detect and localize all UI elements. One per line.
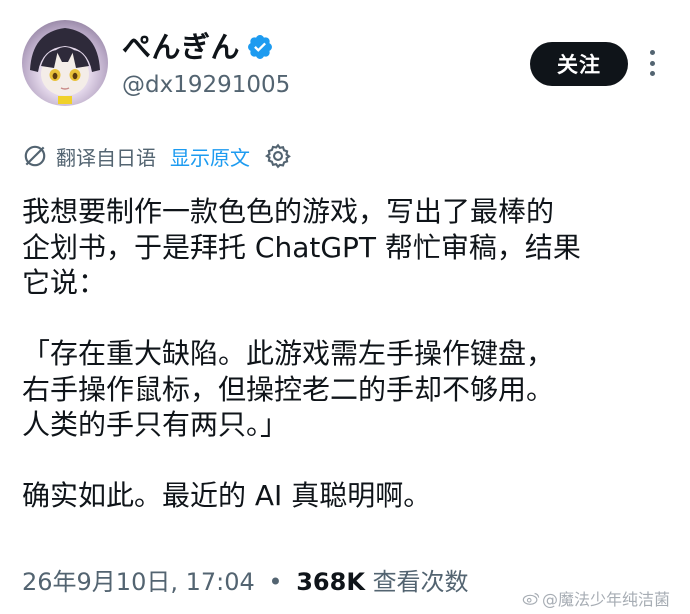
more-dot: [649, 71, 655, 76]
avatar-image: [30, 28, 100, 104]
tweet-line: 右手操作鼠标，但操控老二的手却不够用。: [22, 372, 555, 406]
more-dot: [649, 50, 655, 55]
follow-button[interactable]: 关注: [530, 42, 628, 86]
translation-label: 翻译自日语: [56, 145, 156, 170]
views-label: 查看次数: [372, 568, 469, 596]
tweet-line: 它说：: [22, 266, 107, 299]
translate-icon: [24, 145, 46, 167]
tweet-line: 我想要制作一款色色的游戏，写出了最棒的: [22, 195, 555, 228]
user-handle[interactable]: @dx19291005: [122, 72, 290, 98]
avatar[interactable]: [22, 20, 108, 106]
verified-badge-icon: [248, 35, 272, 59]
tweet-meta: 26年9月10日, 17:04 • 368K 查看次数: [22, 562, 469, 597]
weibo-logo-icon: [522, 592, 540, 605]
meta-separator: •: [268, 568, 283, 596]
tweet-timestamp[interactable]: 26年9月10日, 17:04: [22, 568, 255, 596]
views-count: 368K: [296, 568, 365, 596]
watermark: @魔法少年纯洁菌: [522, 586, 670, 610]
tweet-line: 企划书，于是拜托 ChatGPT 帮忙审稿，结果: [22, 230, 581, 264]
profile-header: ぺんぎん: [122, 24, 274, 66]
tweet-line: 确实如此。最近的 AI 真聪明啊。: [22, 479, 432, 512]
watermark-text: @魔法少年纯洁菌: [542, 590, 671, 609]
translation-bar: 翻译自日语 显示原文: [22, 140, 292, 172]
show-original-link[interactable]: 显示原文: [170, 142, 250, 171]
gear-icon[interactable]: [264, 142, 292, 170]
display-name[interactable]: ぺんぎん: [122, 30, 240, 64]
more-options-icon[interactable]: [644, 46, 660, 80]
tweet-line: 「存在重大缺陷。此游戏需左手操作键盘，: [22, 337, 555, 370]
tweet-line: 人类的手只有两只。」: [22, 408, 289, 441]
tweet-text: 我想要制作一款色色的游戏，写出了最棒的 企划书，于是拜托 ChatGPT 帮忙审…: [22, 194, 672, 514]
more-dot: [649, 60, 655, 66]
